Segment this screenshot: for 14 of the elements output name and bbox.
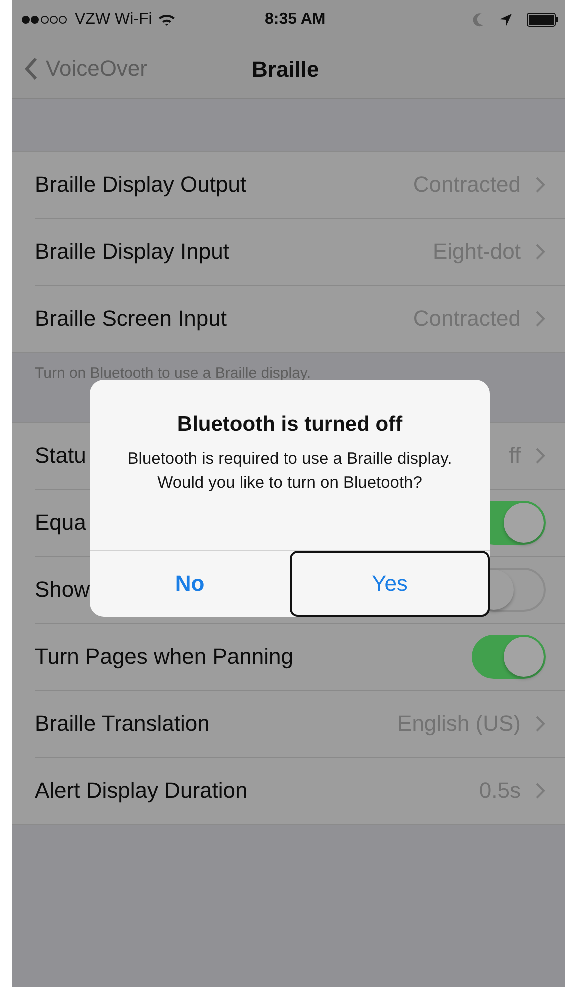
screen-title: Braille (252, 57, 320, 83)
carrier-label: VZW Wi-Fi (75, 11, 152, 29)
row-label: Braille Display Output (35, 172, 247, 198)
row-label: Turn Pages when Panning (35, 644, 294, 670)
alert-title: Bluetooth is turned off (177, 413, 403, 437)
row-label: Braille Translation (35, 711, 210, 737)
row-label: Braille Display Input (35, 239, 230, 265)
row-label: Alert Display Duration (35, 778, 248, 804)
row-label: Show (35, 577, 90, 603)
row-label: Braille Screen Input (35, 306, 227, 332)
alert-message: Bluetooth is required to use a Braille display. Would you like to turn on Bluetooth? (126, 449, 454, 494)
time-label: 8:35 AM (265, 11, 326, 29)
row-label: Equa (35, 510, 86, 536)
row-label: Statu (35, 443, 86, 469)
